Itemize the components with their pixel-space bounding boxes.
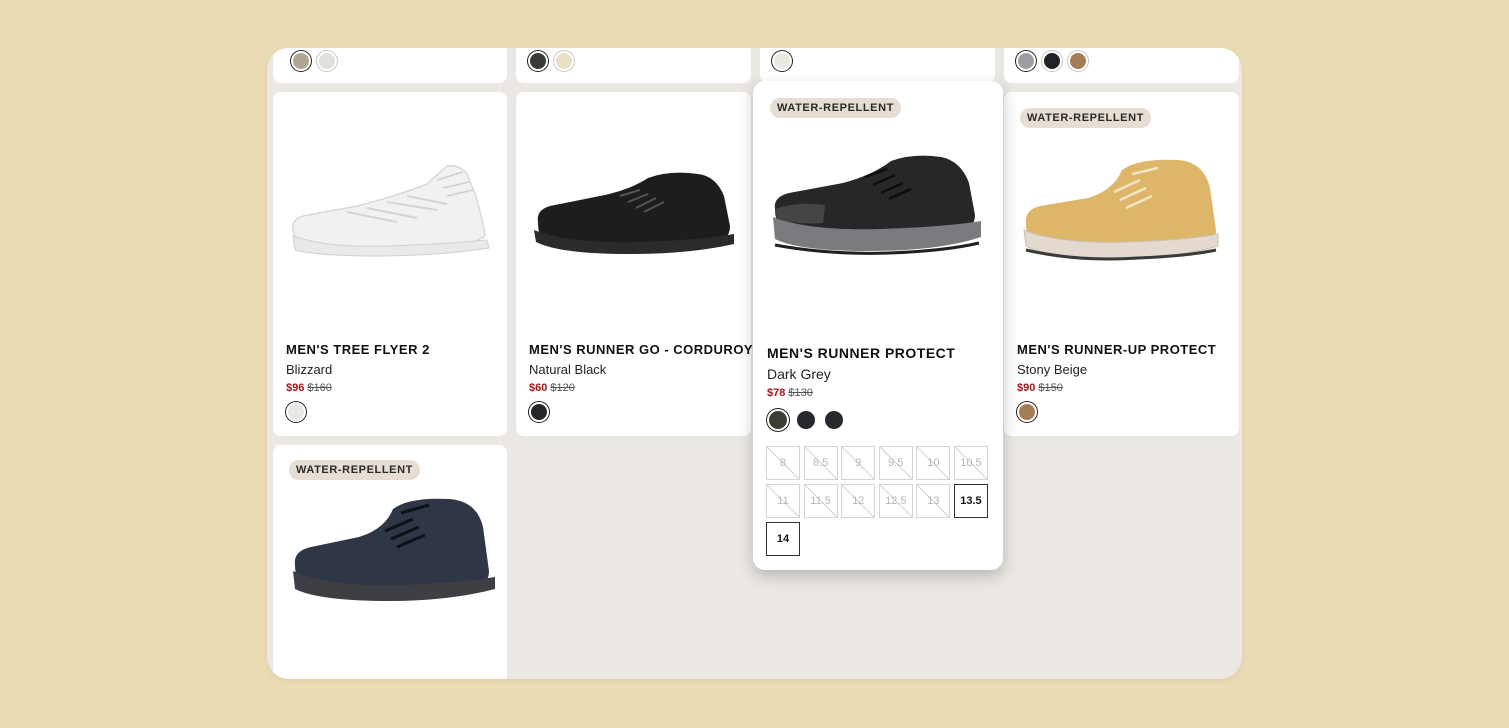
sale-price: $96 — [286, 382, 305, 394]
size-option-13: 13 — [916, 484, 951, 518]
water-repellent-badge: WATER-REPELLENT — [770, 98, 901, 118]
original-price: $130 — [788, 387, 813, 399]
product-price: $96 $160 — [286, 382, 332, 394]
product-card-partial[interactable] — [760, 48, 995, 83]
color-swatch[interactable] — [795, 409, 817, 431]
original-price: $150 — [1038, 382, 1063, 394]
color-swatch[interactable] — [528, 51, 548, 71]
product-price: $60 $120 — [529, 382, 575, 394]
product-color-name: Stony Beige — [1017, 362, 1088, 377]
product-image[interactable] — [530, 168, 736, 258]
product-card-hover[interactable]: WATER-REPELLENT MEN'S RUNNER PROTECT Dar… — [753, 81, 1003, 570]
product-image[interactable] — [1018, 154, 1224, 262]
color-swatch[interactable] — [767, 409, 789, 431]
original-price: $120 — [550, 382, 575, 394]
size-selector: 8 8.5 9 9.5 10 10.5 11 11.5 12 12.5 13 13.5 14 — [766, 446, 988, 556]
size-option-11: 11 — [766, 484, 800, 518]
product-title[interactable]: MEN'S RUNNER GO - CORDUROY — [529, 342, 753, 357]
size-option-10-5: 10.5 — [953, 446, 988, 480]
original-price: $160 — [307, 382, 332, 394]
product-price: $90 $150 — [1017, 382, 1063, 394]
water-repellent-badge: WATER-REPELLENT — [1020, 108, 1151, 128]
product-card[interactable]: MEN'S RUNNER GO - CORDUROY Natural Black… — [516, 92, 753, 436]
size-option-13-5[interactable]: 13.5 — [953, 484, 988, 518]
color-swatch[interactable] — [554, 51, 574, 71]
size-option-12: 12 — [841, 484, 876, 518]
water-repellent-badge: WATER-REPELLENT — [289, 460, 420, 480]
color-swatch[interactable] — [291, 51, 311, 71]
color-swatch[interactable] — [1016, 51, 1036, 71]
product-grid-panel: MEN'S TREE FLYER 2 Blizzard $96 $160 MEN'… — [267, 48, 1242, 679]
color-swatch[interactable] — [1068, 51, 1088, 71]
color-swatch[interactable] — [317, 51, 337, 71]
product-color-name: Dark Grey — [767, 366, 831, 382]
product-image[interactable] — [769, 153, 985, 257]
size-option-14[interactable]: 14 — [766, 522, 800, 556]
size-option-9: 9 — [841, 446, 876, 480]
color-swatch[interactable] — [529, 402, 549, 422]
sale-price: $78 — [767, 387, 786, 399]
color-swatch[interactable] — [772, 51, 792, 71]
product-title[interactable]: MEN'S TREE FLYER 2 — [286, 342, 430, 357]
product-card-partial[interactable] — [516, 48, 751, 83]
size-option-8: 8 — [766, 446, 800, 480]
product-card-partial[interactable] — [1004, 48, 1239, 83]
product-card-partial[interactable] — [273, 48, 507, 83]
size-option-8-5: 8.5 — [803, 446, 838, 480]
size-option-12-5: 12.5 — [878, 484, 913, 518]
size-option-11-5: 11.5 — [803, 484, 838, 518]
product-image[interactable] — [289, 495, 501, 605]
sale-price: $60 — [529, 382, 548, 394]
product-image[interactable] — [287, 160, 493, 262]
color-swatch[interactable] — [286, 402, 306, 422]
product-card[interactable]: WATER-REPELLENT — [273, 445, 507, 679]
sale-price: $90 — [1017, 382, 1036, 394]
product-price: $78 $130 — [767, 387, 813, 399]
color-swatch[interactable] — [823, 409, 845, 431]
color-swatch[interactable] — [1017, 402, 1037, 422]
color-swatch[interactable] — [1042, 51, 1062, 71]
product-card[interactable]: WATER-REPELLENT MEN'S RUNNER-UP PROTECT … — [1004, 92, 1239, 436]
product-color-name: Natural Black — [529, 362, 607, 377]
product-title[interactable]: MEN'S RUNNER PROTECT — [767, 345, 955, 361]
product-title[interactable]: MEN'S RUNNER-UP PROTECT — [1017, 342, 1216, 357]
product-color-name: Blizzard — [286, 362, 333, 377]
size-option-9-5: 9.5 — [878, 446, 913, 480]
size-option-10: 10 — [916, 446, 951, 480]
product-card[interactable]: MEN'S TREE FLYER 2 Blizzard $96 $160 — [273, 92, 507, 436]
